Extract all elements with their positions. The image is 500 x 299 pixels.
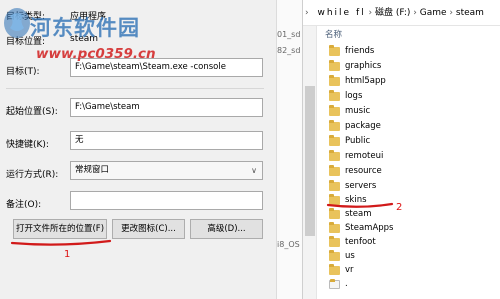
folder-name: tenfoot — [345, 237, 376, 247]
folder-item[interactable]: music — [325, 104, 495, 119]
breadcrumb-drive[interactable]: 磁盘 (F:) — [375, 8, 410, 18]
folder-item[interactable]: steam — [325, 207, 495, 222]
background-text: 82_sd — [277, 46, 301, 55]
address-prefix: while fl — [317, 8, 366, 18]
folder-name: steam — [345, 209, 372, 219]
folder-name: skins — [345, 195, 367, 205]
run-select[interactable]: 常规窗口 ∨ — [70, 161, 263, 180]
comment-input[interactable] — [70, 191, 263, 210]
folder-name: graphics — [345, 61, 382, 71]
shortcut-key-input[interactable]: 无 — [70, 131, 263, 150]
chevron-down-icon: ∨ — [251, 166, 257, 175]
folder-name: logs — [345, 91, 363, 101]
folder-item[interactable]: friends — [325, 44, 495, 59]
chevron-right-icon: › — [413, 8, 417, 18]
folder-icon — [329, 165, 340, 176]
folder-icon — [329, 105, 340, 116]
advanced-button[interactable]: 高级(D)... — [190, 219, 263, 239]
watermark-logo-icon — [4, 8, 30, 38]
folder-icon — [329, 222, 340, 233]
change-icon-button[interactable]: 更改图标(C)... — [112, 219, 185, 239]
folder-item[interactable]: Public — [325, 134, 495, 149]
chevron-right-icon: › — [368, 8, 373, 18]
run-label: 运行方式(R): — [6, 170, 59, 180]
folder-icon — [329, 250, 340, 261]
file-explorer: › while fl › 磁盘 (F:) › Game › steam 名称 f… — [302, 0, 500, 299]
chevron-right-icon: › — [305, 8, 309, 18]
folder-name: html5app — [345, 76, 386, 86]
folder-name: remoteui — [345, 151, 384, 161]
folder-icon — [329, 236, 340, 247]
folder-item[interactable]: logs — [325, 89, 495, 104]
shortcut-properties-dialog: 目标类型: 应用程序 目标位置: steam 目标(T): F:\Game\st… — [0, 0, 276, 299]
navigation-scrollbar[interactable] — [303, 26, 317, 299]
folder-name: servers — [345, 181, 377, 191]
background-window: 01_sd 82_sd i8_OS — [276, 0, 302, 299]
address-bar[interactable]: › while fl › 磁盘 (F:) › Game › steam — [303, 0, 500, 26]
folder-icon — [329, 194, 340, 205]
start-in-input[interactable]: F:\Game\steam — [70, 98, 263, 117]
folder-item[interactable]: vr — [325, 263, 495, 278]
open-file-location-button[interactable]: 打开文件所在的位置(F) — [13, 219, 107, 239]
folder-name: friends — [345, 46, 375, 56]
folder-icon — [329, 120, 340, 131]
background-text: 01_sd — [277, 30, 301, 39]
background-text: i8_OS — [277, 240, 300, 249]
chevron-right-icon: › — [449, 8, 454, 18]
folder-item[interactable]: servers — [325, 179, 495, 194]
annotation-label-1: 1 — [64, 249, 71, 260]
comment-label: 备注(O): — [6, 200, 42, 210]
folder-icon — [329, 75, 340, 86]
watermark-title: 河东软件园 — [30, 15, 140, 40]
file-name: . — [345, 279, 348, 289]
folder-name: package — [345, 121, 381, 131]
folder-name: Public — [345, 136, 371, 146]
file-icon — [329, 279, 340, 289]
folder-icon — [329, 180, 340, 191]
column-header-name[interactable]: 名称 — [325, 28, 342, 40]
folder-name: vr — [345, 265, 354, 275]
folder-name: resource — [345, 166, 382, 176]
target-label: 目标(T): — [6, 67, 40, 77]
folder-name: music — [345, 106, 371, 116]
folder-icon — [329, 135, 340, 146]
file-item[interactable]: . — [325, 277, 495, 292]
breadcrumb-steam[interactable]: steam — [456, 8, 484, 18]
folder-item[interactable]: resource — [325, 164, 495, 179]
shortcut-key-label: 快捷键(K): — [6, 140, 49, 150]
folder-item[interactable]: us — [325, 249, 495, 264]
folder-item[interactable]: SteamApps — [325, 221, 495, 236]
divider — [6, 88, 264, 89]
folder-icon — [329, 45, 340, 56]
folder-item[interactable]: package — [325, 119, 495, 134]
run-select-value: 常规窗口 — [75, 165, 110, 175]
folder-icon — [329, 264, 340, 275]
folder-item-skins[interactable]: skins — [325, 193, 495, 208]
folder-item[interactable]: remoteui — [325, 149, 495, 164]
folder-icon — [329, 150, 340, 161]
folder-icon — [329, 60, 340, 71]
folder-icon — [329, 208, 340, 219]
annotation-label-2: 2 — [396, 202, 403, 213]
scrollbar-thumb[interactable] — [305, 86, 315, 236]
folder-name: us — [345, 251, 355, 261]
folder-name: SteamApps — [345, 223, 394, 233]
folder-item[interactable]: html5app — [325, 74, 495, 89]
breadcrumb-game[interactable]: Game — [420, 8, 447, 18]
watermark-url: www.pc0359.cn — [36, 46, 156, 62]
folder-icon — [329, 90, 340, 101]
folder-item[interactable]: tenfoot — [325, 235, 495, 250]
folder-item[interactable]: graphics — [325, 59, 495, 74]
start-in-label: 起始位置(S): — [6, 107, 58, 117]
